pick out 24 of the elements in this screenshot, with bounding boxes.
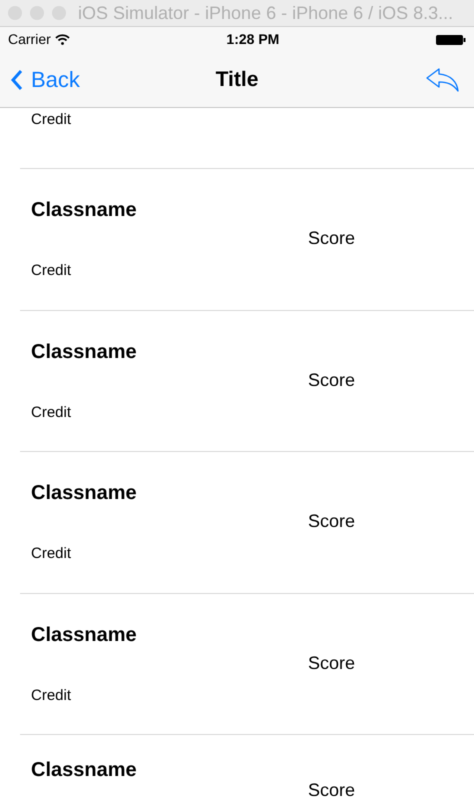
score-label: Score <box>308 510 356 533</box>
credit-label: Credit <box>31 544 72 564</box>
battery-icon <box>436 34 466 46</box>
reply-icon[interactable] <box>426 68 460 92</box>
score-label: Score <box>308 368 356 392</box>
credit-label: Credit <box>31 686 72 706</box>
credit-label: Credit <box>31 110 72 130</box>
score-label: Score <box>308 652 356 674</box>
nav-title: Title <box>216 66 258 93</box>
wifi-icon <box>54 34 70 45</box>
class-name: Classname <box>31 340 137 364</box>
class-name: Classname <box>31 481 137 506</box>
class-name: Classname <box>31 198 137 223</box>
clock: 1:28 PM <box>226 30 280 49</box>
credit-label: Credit <box>31 261 72 281</box>
class-name: Classname <box>31 622 137 648</box>
score-label: Score <box>308 227 356 250</box>
carrier-label: Carrier <box>8 30 51 49</box>
window-title: iOS Simulator - iPhone 6 - iPhone 6 / iOS 8.3... <box>78 2 454 24</box>
back-button[interactable]: Back <box>10 63 80 96</box>
score-label: Score <box>308 779 356 802</box>
chevron-left-icon <box>10 68 23 90</box>
credit-label: Credit <box>31 402 72 422</box>
class-name: Classname <box>31 758 137 783</box>
